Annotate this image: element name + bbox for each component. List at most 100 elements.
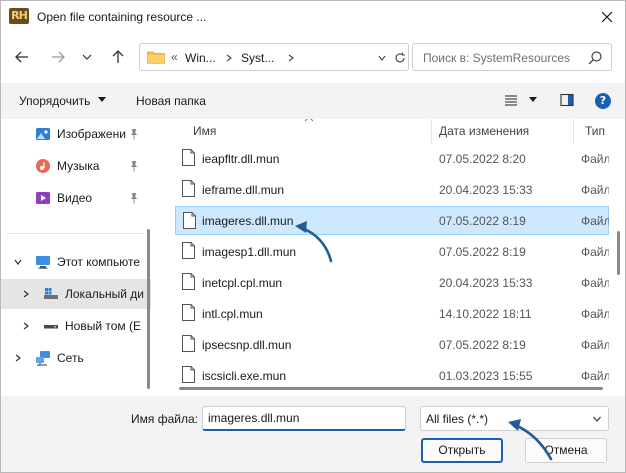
file-type: Файл	[581, 152, 609, 166]
chevron-right-icon[interactable]	[13, 353, 23, 363]
sidebar-item-video[interactable]: Видео	[1, 183, 151, 213]
app-icon: RH	[9, 8, 29, 24]
file-icon	[182, 273, 195, 290]
file-icon	[182, 242, 195, 259]
column-type[interactable]: Тип	[585, 124, 605, 138]
file-row[interactable]: ieframe.dll.mun 20.04.2023 15:33 Файл	[175, 174, 609, 205]
chevron-right-icon[interactable]	[286, 53, 296, 63]
chevron-down-icon[interactable]	[13, 257, 23, 267]
main-content: Изображени Музыка Видео Этот компьюте Ло…	[1, 119, 625, 396]
sidebar-item-label: Изображени	[57, 127, 126, 141]
window-title: Open file containing resource ...	[37, 10, 207, 24]
arrow-left-icon	[15, 51, 28, 63]
pin-icon[interactable]	[129, 192, 139, 204]
file-date: 20.04.2023 15:33	[439, 183, 533, 197]
chevron-right-icon[interactable]	[21, 289, 31, 299]
sidebar-item-new-volume[interactable]: Новый том (E	[1, 311, 151, 341]
file-date: 07.05.2022 8:19	[439, 214, 526, 228]
sidebar-item-label: Новый том (E	[65, 319, 141, 333]
file-list-horizontal-scrollbar[interactable]	[179, 387, 603, 390]
back-button[interactable]	[11, 46, 33, 68]
help-icon[interactable]: ?	[595, 93, 611, 109]
sort-ascending-icon	[304, 119, 314, 122]
sidebar-item-local-disk[interactable]: Локальный ди	[1, 279, 151, 309]
sidebar-item-music[interactable]: Музыка	[1, 151, 151, 181]
network-icon	[36, 351, 50, 366]
sidebar-item-this-pc[interactable]: Этот компьюте	[1, 247, 151, 277]
file-date: 20.04.2023 15:33	[439, 276, 533, 290]
file-row[interactable]: intl.cpl.mun 14.10.2022 18:11 Файл	[175, 298, 609, 329]
breadcrumb-prefix[interactable]: «	[171, 50, 178, 64]
organize-button[interactable]: Упорядочить	[19, 94, 107, 108]
file-name: iscsicli.exe.mun	[202, 369, 287, 383]
column-header: Имя Дата изменения Тип	[167, 119, 609, 143]
music-icon	[36, 159, 50, 173]
refresh-icon[interactable]	[394, 52, 406, 64]
sidebar-item-label: Музыка	[57, 159, 100, 173]
open-button[interactable]: Открыть	[421, 438, 503, 463]
file-type-filter-value: All files (*.*)	[426, 412, 489, 426]
file-type: Файл	[581, 183, 609, 197]
file-type: Файл	[581, 276, 609, 290]
file-date: 07.05.2022 8:19	[439, 245, 526, 259]
column-divider[interactable]	[431, 119, 432, 143]
file-type-filter[interactable]: All files (*.*)	[420, 406, 609, 431]
computer-icon	[36, 256, 50, 269]
chevron-down-icon	[593, 416, 601, 422]
breadcrumb-system[interactable]: Syst...	[241, 51, 274, 65]
cancel-button[interactable]: Отмена	[525, 438, 607, 463]
video-icon	[36, 192, 50, 204]
file-list-vertical-scrollbar[interactable]	[617, 231, 620, 275]
search-icon	[588, 51, 602, 65]
local-disk-icon	[44, 288, 58, 299]
sidebar-divider	[7, 233, 143, 234]
filename-input[interactable]	[202, 406, 406, 431]
file-icon	[182, 304, 195, 321]
close-icon	[601, 11, 613, 23]
file-date: 01.03.2023 15:55	[439, 369, 533, 383]
file-row-selected[interactable]: imageres.dll.mun 07.05.2022 8:19 Файл	[175, 206, 609, 235]
recent-locations-button[interactable]	[79, 46, 95, 68]
sidebar-item-network[interactable]: Сеть	[1, 343, 151, 373]
caret-down-icon[interactable]	[528, 96, 538, 104]
file-row[interactable]: inetcpl.cpl.mun 20.04.2023 15:33 Файл	[175, 267, 609, 298]
view-list-icon[interactable]	[504, 93, 518, 107]
dialog-footer: Имя файла: All files (*.*) Открыть Отмен…	[1, 396, 625, 472]
file-type: Файл	[581, 369, 609, 383]
chevron-down-icon	[82, 54, 92, 60]
file-name: inetcpl.cpl.mun	[202, 276, 283, 290]
file-date: 14.10.2022 18:11	[439, 307, 532, 321]
command-bar: Упорядочить Новая папка ?	[1, 83, 625, 119]
breadcrumb-windows[interactable]: Win...	[185, 51, 216, 65]
sidebar-scrollbar[interactable]	[147, 229, 150, 389]
address-bar[interactable]: « Win... Syst...	[139, 43, 409, 71]
file-list: Имя Дата изменения Тип ieapfltr.dll.mun …	[167, 119, 609, 396]
file-icon	[182, 366, 195, 383]
file-name: ieapfltr.dll.mun	[202, 152, 280, 166]
column-name[interactable]: Имя	[193, 124, 216, 138]
navigation-pane: Изображени Музыка Видео Этот компьюте Ло…	[1, 119, 151, 396]
column-divider[interactable]	[573, 119, 574, 143]
chevron-down-icon[interactable]	[377, 53, 387, 63]
new-folder-button[interactable]: Новая папка	[136, 94, 206, 108]
forward-button[interactable]	[47, 46, 69, 68]
file-row[interactable]: imagesp1.dll.mun 07.05.2022 8:19 Файл	[175, 236, 609, 267]
up-button[interactable]	[107, 46, 129, 68]
file-row[interactable]: ieapfltr.dll.mun 07.05.2022 8:20 Файл	[175, 143, 609, 174]
file-icon	[182, 335, 195, 352]
pin-icon[interactable]	[129, 128, 139, 140]
sidebar-item-pictures[interactable]: Изображени	[1, 119, 151, 149]
column-date[interactable]: Дата изменения	[439, 124, 529, 138]
preview-pane-icon[interactable]	[560, 93, 574, 107]
search-input[interactable]: Поиск в: SystemResources	[423, 51, 570, 65]
chevron-right-icon[interactable]	[21, 321, 31, 331]
sidebar-item-label: Локальный ди	[65, 287, 144, 301]
close-button[interactable]	[595, 5, 619, 29]
navigation-bar: « Win... Syst... Поиск в: SystemResource…	[1, 33, 625, 83]
pictures-icon	[36, 128, 50, 140]
caret-down-icon	[97, 97, 106, 102]
file-row[interactable]: ipsecsnp.dll.mun 07.05.2022 8:19 Файл	[175, 329, 609, 360]
pin-icon[interactable]	[129, 160, 139, 172]
chevron-right-icon[interactable]	[224, 53, 234, 63]
search-box[interactable]: Поиск в: SystemResources	[412, 43, 612, 71]
